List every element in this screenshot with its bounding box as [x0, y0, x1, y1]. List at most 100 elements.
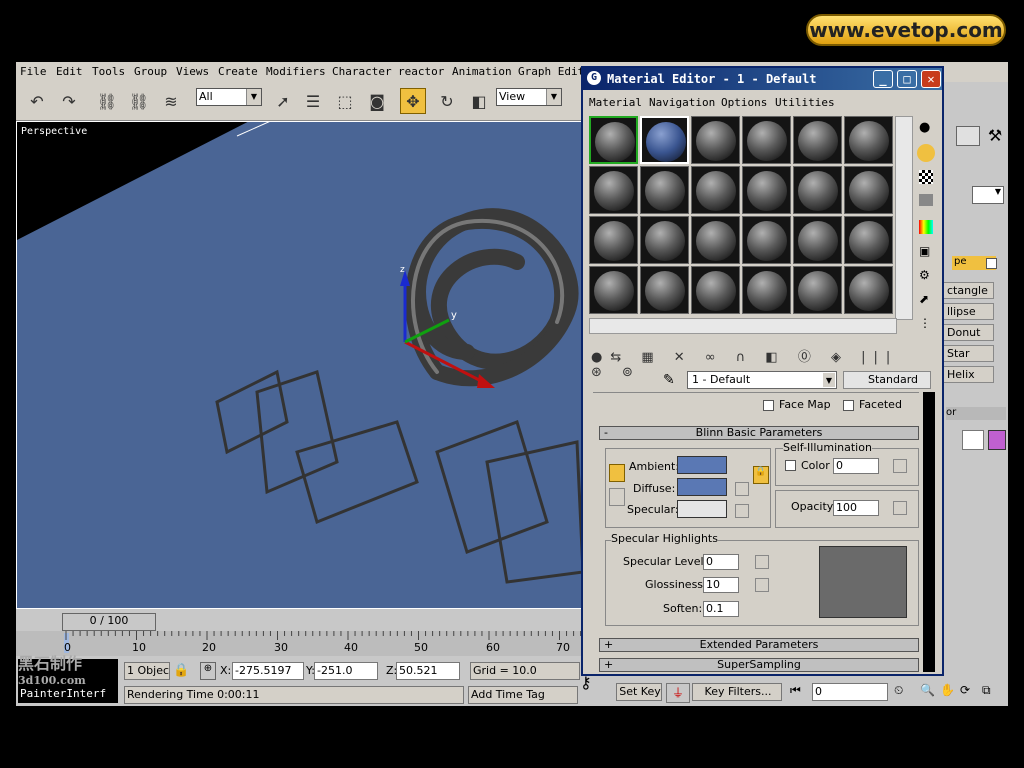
rectangular-selection-icon[interactable]: ⬚	[332, 88, 358, 114]
soften-spinner[interactable]: 0.1	[703, 601, 739, 617]
material-sample-slot[interactable]	[640, 216, 689, 264]
perspective-viewport[interactable]: y z Perspective	[16, 121, 582, 609]
video-color-check-icon[interactable]	[919, 220, 933, 234]
material-tool-row[interactable]: ●⇆ ▦ ✕ ∞ ∩ ◧ ⓪ ◈ ||| ⊛ ⊚	[591, 346, 921, 380]
lock-diffuse-specular-icon[interactable]	[609, 488, 625, 506]
object-name-field[interactable]	[962, 430, 984, 450]
x-coordinate-field[interactable]: -275.5197	[232, 662, 304, 680]
bind-space-warp-icon[interactable]: ≋	[158, 88, 184, 114]
select-by-material-icon[interactable]: ⬈	[919, 292, 929, 306]
material-sample-slot[interactable]	[640, 116, 689, 164]
minimize-icon[interactable]: _	[873, 70, 893, 88]
go-to-start-icon[interactable]: ⏮	[790, 683, 801, 698]
slots-horizontal-scrollbar[interactable]	[589, 318, 897, 334]
time-slider[interactable]: 0 / 100	[62, 613, 156, 631]
close-icon[interactable]: ✕	[921, 70, 941, 88]
material-sample-slot[interactable]	[742, 216, 791, 264]
menu-reactor[interactable]: reactor	[398, 65, 444, 78]
select-object-icon[interactable]: ➚	[270, 88, 296, 114]
material-sample-slot[interactable]	[691, 266, 740, 314]
menu-group[interactable]: Group	[134, 65, 167, 78]
menu-tools[interactable]: Tools	[92, 65, 125, 78]
supersampling-rollout[interactable]: + SuperSampling	[599, 658, 919, 672]
uv-tiling-icon[interactable]	[919, 194, 933, 206]
material-sample-slot[interactable]	[589, 116, 638, 164]
menu-file[interactable]: File	[20, 65, 47, 78]
orbit-icon[interactable]: ⟳	[960, 683, 970, 697]
material-type-button[interactable]: Standard	[843, 371, 931, 389]
backlight-icon[interactable]	[917, 144, 935, 162]
add-time-tag[interactable]: Add Time Tag	[468, 686, 578, 704]
autogrid-checkbox[interactable]	[986, 258, 997, 269]
lock-icon[interactable]: 🔒	[173, 663, 189, 678]
ambient-color-swatch[interactable]	[677, 456, 727, 474]
material-sample-slot[interactable]	[691, 216, 740, 264]
menu-graph-editors[interactable]: Graph Edit	[518, 65, 584, 78]
rectangle-button[interactable]: ctangle	[942, 282, 994, 299]
make-preview-icon[interactable]: ▣	[919, 244, 930, 258]
material-sample-slot[interactable]	[589, 266, 638, 314]
zoom-icon[interactable]: 🔍	[920, 683, 935, 697]
ellipse-button[interactable]: llipse	[942, 303, 994, 320]
lock-ambient-diffuse-icon[interactable]	[609, 464, 625, 482]
rotate-icon[interactable]: ↻	[434, 88, 460, 114]
selection-filter-dropdown[interactable]: All ▼	[196, 88, 262, 106]
set-key-button[interactable]: Set Key	[616, 683, 662, 701]
key-filters-button[interactable]: Key Filters...	[692, 683, 782, 701]
opacity-map-button[interactable]	[893, 501, 907, 515]
move-icon[interactable]: ✥	[400, 88, 426, 114]
material-sample-slot[interactable]	[742, 166, 791, 214]
utilities-hammer-icon[interactable]: ⚒	[984, 126, 1006, 145]
donut-button[interactable]: Donut	[942, 324, 994, 341]
y-coordinate-field[interactable]: -251.0	[314, 662, 378, 680]
material-sample-slot[interactable]	[844, 166, 893, 214]
link-icon[interactable]: ⛓	[94, 88, 120, 114]
me-menu-options[interactable]: Options	[721, 96, 767, 109]
self-illum-color-checkbox[interactable]	[785, 460, 796, 471]
material-sample-slot[interactable]	[793, 166, 842, 214]
face-map-checkbox[interactable]	[763, 400, 774, 411]
opacity-spinner[interactable]: 100	[833, 500, 879, 516]
menu-edit[interactable]: Edit	[56, 65, 83, 78]
menu-character[interactable]: Character	[332, 65, 392, 78]
pan-icon[interactable]: ✋	[940, 683, 955, 697]
menu-animation[interactable]: Animation	[452, 65, 512, 78]
diffuse-map-button[interactable]	[735, 482, 749, 496]
sample-type-icon[interactable]: ●	[919, 120, 930, 135]
menu-modifiers[interactable]: Modifiers	[266, 65, 326, 78]
material-sample-slot[interactable]	[793, 216, 842, 264]
object-color-swatch[interactable]	[988, 430, 1006, 450]
material-sample-slot[interactable]	[793, 266, 842, 314]
faceted-checkbox[interactable]	[843, 400, 854, 411]
maximize-viewport-icon[interactable]: ⧉	[982, 683, 991, 698]
helix-button[interactable]: Helix	[942, 366, 994, 383]
material-sample-slot[interactable]	[640, 166, 689, 214]
material-sample-slot[interactable]	[844, 116, 893, 164]
z-coordinate-field[interactable]: 50.521	[396, 662, 460, 680]
material-sample-slot[interactable]	[640, 266, 689, 314]
redo-icon[interactable]: ↷	[56, 88, 82, 114]
parameters-scrollbar[interactable]	[923, 392, 935, 672]
undo-icon[interactable]: ↶	[24, 88, 50, 114]
select-by-name-icon[interactable]: ☰	[300, 88, 326, 114]
material-sample-slot[interactable]	[844, 216, 893, 264]
blinn-basic-parameters-rollout[interactable]: - Blinn Basic Parameters	[599, 426, 919, 440]
material-sample-slot[interactable]	[589, 166, 638, 214]
me-menu-utilities[interactable]: Utilities	[775, 96, 835, 109]
display-panel-icon[interactable]	[956, 126, 980, 146]
glossiness-map-button[interactable]	[755, 578, 769, 592]
extended-parameters-rollout[interactable]: + Extended Parameters	[599, 638, 919, 652]
background-checker-icon[interactable]	[919, 170, 933, 184]
time-config-icon[interactable]: ⏲	[894, 683, 903, 698]
material-sample-slot[interactable]	[793, 116, 842, 164]
me-menu-navigation[interactable]: Navigation	[649, 96, 715, 109]
options-icon[interactable]: ⚙	[919, 268, 930, 282]
diffuse-color-swatch[interactable]	[677, 478, 727, 496]
reference-coordinate-dropdown[interactable]: View ▼	[496, 88, 562, 106]
self-illum-map-button[interactable]	[893, 459, 907, 473]
menu-create[interactable]: Create	[218, 65, 258, 78]
maximize-icon[interactable]: □	[897, 70, 917, 88]
material-sample-slot[interactable]	[844, 266, 893, 314]
viewport-label[interactable]: Perspective	[21, 126, 87, 137]
specular-level-spinner[interactable]: 0	[703, 554, 739, 570]
